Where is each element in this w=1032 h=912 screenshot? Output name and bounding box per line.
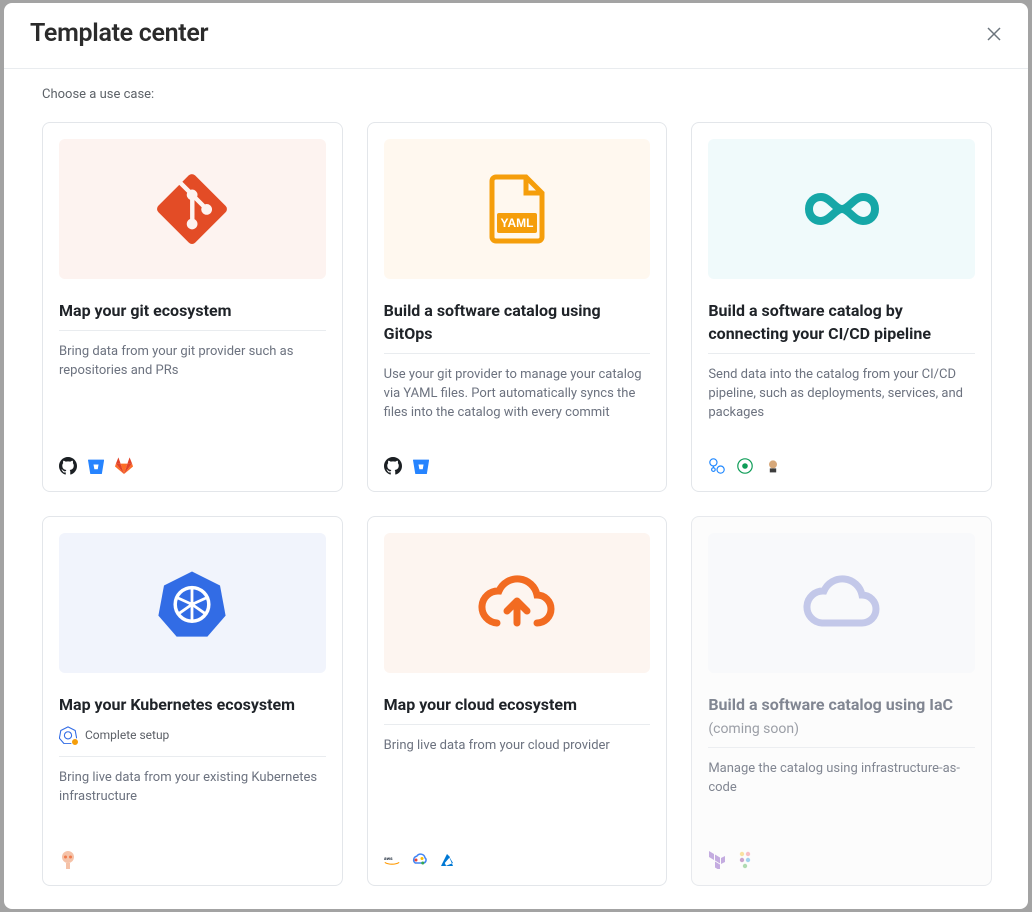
card-footer bbox=[59, 845, 326, 869]
infinity-icon bbox=[799, 187, 885, 231]
card-hero bbox=[59, 533, 326, 673]
circleci-icon bbox=[736, 457, 754, 475]
github-icon bbox=[384, 457, 402, 475]
card-divider bbox=[708, 353, 975, 354]
svg-text:YAML: YAML bbox=[501, 216, 534, 230]
git-icon bbox=[157, 174, 227, 244]
card-hero bbox=[59, 139, 326, 279]
card-footer bbox=[708, 451, 975, 475]
template-center-modal: Template center Choose a use case: Map y… bbox=[4, 3, 1028, 909]
argo-icon bbox=[59, 851, 77, 869]
status-text: Complete setup bbox=[85, 728, 169, 742]
modal-body: Choose a use case: Map your git ecosyste… bbox=[4, 69, 1028, 909]
card-title: Map your cloud ecosystem bbox=[384, 693, 651, 716]
azure-icon bbox=[438, 851, 456, 869]
card-description: Bring data from your git provider such a… bbox=[59, 343, 326, 381]
close-button[interactable] bbox=[982, 22, 1006, 46]
card-divider bbox=[708, 747, 975, 748]
jenkins-icon bbox=[764, 457, 782, 475]
template-card-gitops[interactable]: YAML Build a software catalog using GitO… bbox=[367, 122, 668, 492]
card-hero bbox=[384, 533, 651, 673]
card-footer bbox=[384, 451, 651, 475]
card-description: Send data into the catalog from your CI/… bbox=[708, 366, 975, 423]
card-footer bbox=[708, 845, 975, 869]
card-title: Map your Kubernetes ecosystem bbox=[59, 693, 326, 716]
template-card-cicd[interactable]: Build a software catalog by connecting y… bbox=[691, 122, 992, 492]
card-footer: aws bbox=[384, 845, 651, 869]
card-hero: YAML bbox=[384, 139, 651, 279]
card-divider bbox=[59, 756, 326, 757]
subtitle: Choose a use case: bbox=[42, 87, 992, 102]
card-hero bbox=[708, 533, 975, 673]
pulumi-icon bbox=[736, 851, 754, 869]
card-title: Build a software catalog using IaC (comi… bbox=[708, 693, 975, 739]
modal-header: Template center bbox=[4, 3, 1028, 69]
card-hero bbox=[708, 139, 975, 279]
template-card-git[interactable]: Map your git ecosystem Bring data from y… bbox=[42, 122, 343, 492]
coming-soon-label: (coming soon) bbox=[708, 721, 799, 737]
gitlab-icon bbox=[115, 457, 133, 475]
card-title: Map your git ecosystem bbox=[59, 299, 326, 322]
cloud-upload-icon bbox=[477, 575, 557, 631]
card-divider bbox=[59, 330, 326, 331]
github-icon bbox=[59, 457, 77, 475]
card-footer bbox=[59, 451, 326, 475]
bitbucket-icon bbox=[87, 457, 105, 475]
kubernetes-icon bbox=[157, 568, 227, 638]
modal-title: Template center bbox=[30, 19, 208, 48]
card-description: Bring live data from your existing Kuber… bbox=[59, 769, 326, 807]
card-title: Build a software catalog by connecting y… bbox=[708, 299, 975, 345]
aws-icon: aws bbox=[384, 853, 400, 867]
status-row: Complete setup bbox=[59, 724, 326, 748]
github-actions-icon bbox=[708, 457, 726, 475]
card-divider bbox=[384, 353, 651, 354]
template-card-kubernetes[interactable]: Map your Kubernetes ecosystem Complete s… bbox=[42, 516, 343, 886]
close-icon bbox=[986, 26, 1002, 42]
template-card-iac: Build a software catalog using IaC (comi… bbox=[691, 516, 992, 886]
terraform-icon bbox=[708, 851, 726, 869]
template-card-cloud[interactable]: Map your cloud ecosystem Bring live data… bbox=[367, 516, 668, 886]
gcp-icon bbox=[410, 851, 428, 869]
card-description: Manage the catalog using infrastructure-… bbox=[708, 760, 975, 798]
card-divider bbox=[384, 724, 651, 725]
cloud-outline-icon bbox=[802, 575, 882, 631]
kubernetes-status-icon bbox=[59, 726, 77, 744]
card-title: Build a software catalog using GitOps bbox=[384, 299, 651, 345]
card-description: Bring live data from your cloud provider bbox=[384, 737, 651, 756]
card-title-text: Build a software catalog using IaC bbox=[708, 695, 953, 714]
yaml-file-icon: YAML bbox=[488, 173, 546, 245]
cards-grid: Map your git ecosystem Bring data from y… bbox=[42, 122, 992, 886]
bitbucket-icon bbox=[412, 457, 430, 475]
card-description: Use your git provider to manage your cat… bbox=[384, 366, 651, 423]
svg-text:aws: aws bbox=[384, 857, 393, 862]
